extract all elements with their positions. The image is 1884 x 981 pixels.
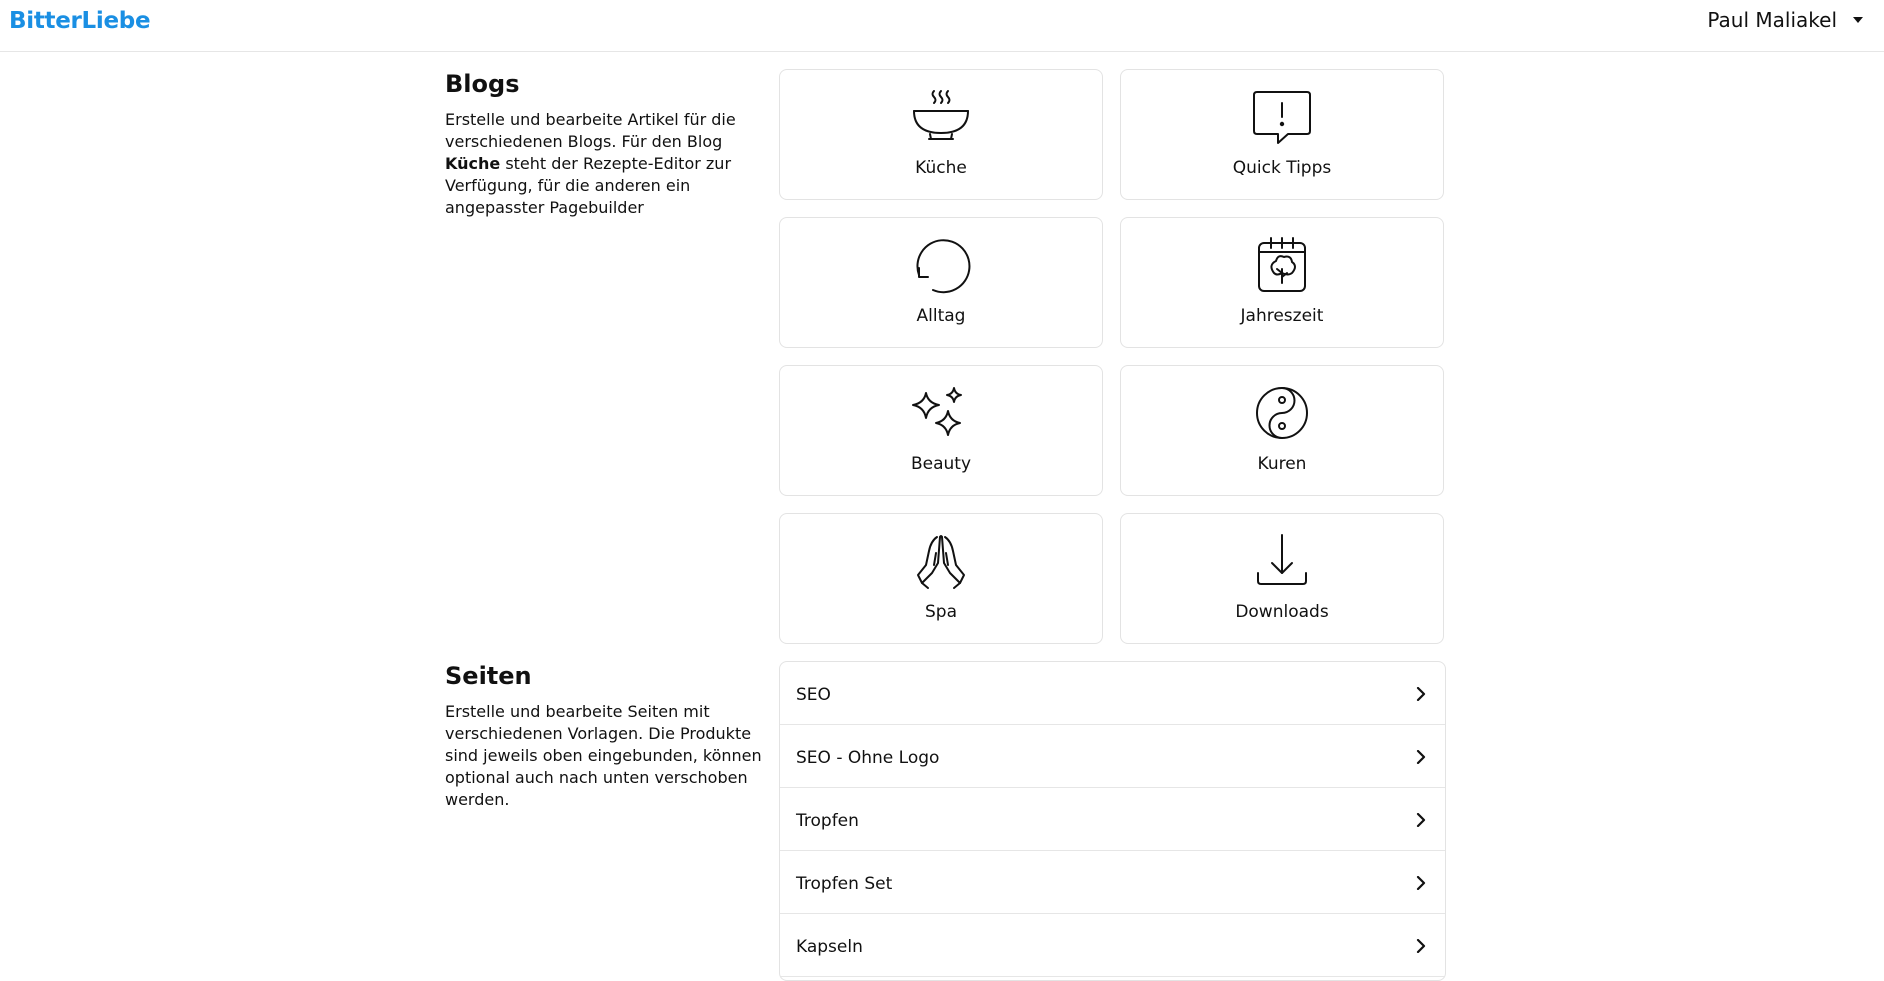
user-menu[interactable]: Paul Maliakel	[1707, 6, 1863, 34]
chat-alert-icon	[1252, 87, 1312, 147]
blog-card-label: Alltag	[916, 306, 966, 326]
blog-card-label: Downloads	[1235, 602, 1329, 622]
blog-card-label: Quick Tipps	[1232, 158, 1332, 178]
seiten-title: Seiten	[445, 662, 532, 690]
blog-card-kueche[interactable]: Küche	[779, 69, 1103, 200]
yin-yang-icon	[1252, 383, 1312, 443]
blog-card-quick-tipps[interactable]: Quick Tipps	[1120, 69, 1444, 200]
chevron-right-icon	[1415, 875, 1427, 891]
list-item[interactable]: SEO - Ohne Logo	[780, 725, 1445, 788]
bowl-steam-icon	[911, 87, 971, 147]
list-item-label: SEO - Ohne Logo	[796, 748, 940, 768]
list-item-label: SEO	[796, 685, 831, 705]
chevron-right-icon	[1415, 686, 1427, 702]
brand-logo[interactable]: BitterLiebe	[9, 8, 151, 34]
download-icon	[1252, 531, 1312, 591]
chevron-right-icon	[1415, 938, 1427, 954]
blog-card-label: Kuren	[1257, 454, 1307, 474]
seiten-list: SEO SEO - Ohne Logo Tropfen Tropfen Set …	[779, 661, 1446, 981]
seiten-description: Erstelle und bearbeite Seiten mit versch…	[445, 702, 762, 809]
blog-card-label: Jahreszeit	[1240, 306, 1324, 326]
blog-card-beauty[interactable]: Beauty	[779, 365, 1103, 496]
blog-card-label: Beauty	[910, 454, 972, 474]
caret-down-icon	[1853, 17, 1863, 23]
blogs-desc-bold: Küche	[445, 154, 501, 173]
refresh-icon	[911, 235, 971, 295]
list-item[interactable]: SEO	[780, 662, 1445, 725]
blog-card-jahreszeit[interactable]: Jahreszeit	[1120, 217, 1444, 348]
blog-card-spa[interactable]: Spa	[779, 513, 1103, 644]
calendar-tree-icon	[1252, 235, 1312, 295]
list-item-label: Tropfen Set	[796, 874, 893, 894]
chevron-right-icon	[1415, 812, 1427, 828]
list-item-label: Kapseln	[796, 937, 863, 957]
sparkles-icon	[911, 383, 971, 443]
blog-card-label: Küche	[915, 158, 967, 178]
blogs-title: Blogs	[445, 70, 520, 98]
chevron-right-icon	[1415, 749, 1427, 765]
blogs-desc-text: Erstelle und bearbeite Artikel für die v…	[445, 110, 736, 151]
blog-card-downloads[interactable]: Downloads	[1120, 513, 1444, 644]
user-name: Paul Maliakel	[1707, 8, 1837, 32]
list-item[interactable]: Tropfen	[780, 788, 1445, 851]
blogs-description: Erstelle und bearbeite Artikel für die v…	[445, 109, 770, 219]
list-item[interactable]: Tropfen Set	[780, 851, 1445, 914]
blog-card-kuren[interactable]: Kuren	[1120, 365, 1444, 496]
praying-hands-icon	[911, 531, 971, 591]
top-navbar: BitterLiebe Paul Maliakel	[0, 0, 1884, 52]
list-item-label: Tropfen	[796, 811, 859, 831]
blog-card-alltag[interactable]: Alltag	[779, 217, 1103, 348]
blog-card-label: Spa	[925, 602, 957, 622]
